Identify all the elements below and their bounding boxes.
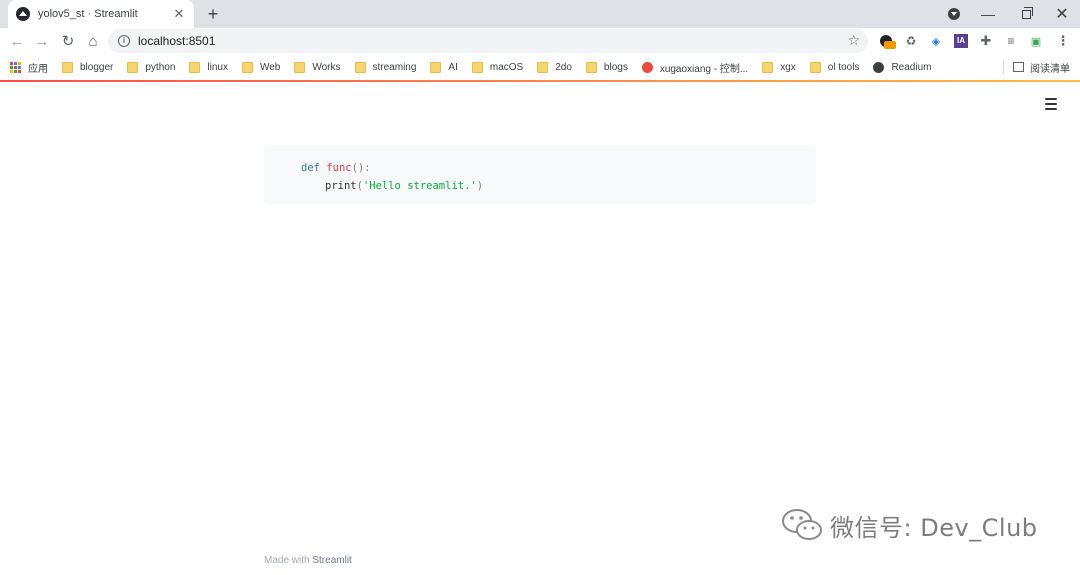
site-info-icon[interactable]: i <box>118 35 130 47</box>
code-punctuation: (): <box>351 162 371 174</box>
browser-toolbar: ← → ↻ ⌂ i localhost:8501 ☆ ♻ ◈ IA ✚ ≡ ▣ … <box>0 28 1080 54</box>
home-button[interactable]: ⌂ <box>82 30 104 52</box>
code-string: 'Hello streamlit.' <box>362 180 477 192</box>
bookmark-folder[interactable]: macOS <box>471 61 524 73</box>
bookmark-label: macOS <box>489 61 524 73</box>
bookmark-folder[interactable]: Works <box>294 61 341 73</box>
bookmark-folder[interactable]: blogger <box>62 61 114 73</box>
bookmark-folder[interactable]: ol tools <box>809 61 860 73</box>
tab-close-icon[interactable]: ✕ <box>172 7 186 21</box>
folder-icon <box>585 61 597 73</box>
cast-extension-icon[interactable]: ▣ <box>1028 33 1044 49</box>
folder-icon <box>62 61 73 73</box>
profile-extension-icon[interactable] <box>878 33 896 49</box>
reading-list-button[interactable]: 阅读清单 <box>1003 56 1070 78</box>
footer-prefix: Made with <box>264 555 310 566</box>
apps-grid-icon <box>10 61 21 73</box>
code-line-1: def func(): <box>301 159 816 177</box>
bookmark-folder[interactable]: 2do <box>537 61 572 73</box>
bookmark-label: streaming <box>372 61 417 73</box>
bookmark-folder[interactable]: xgx <box>762 61 796 73</box>
bookmark-folder[interactable]: linux <box>189 61 228 73</box>
browser-tab-active[interactable]: yolov5_st · Streamlit ✕ <box>8 0 194 28</box>
bookmark-label: xugaoxiang - 控制... <box>659 63 749 75</box>
bookmark-label: python <box>145 61 176 73</box>
forward-button[interactable]: → <box>31 30 53 52</box>
reading-list-label: 阅读清单 <box>1030 63 1070 75</box>
gear-icon <box>641 61 653 73</box>
streamlit-decoration-bar <box>0 80 1080 82</box>
bookmarks-bar: 应用 blogger python linux Web Works stream… <box>0 56 1080 78</box>
restore-window-button[interactable] <box>1014 0 1038 28</box>
folder-icon <box>762 61 774 73</box>
folder-icon <box>127 61 139 73</box>
back-button[interactable]: ← <box>6 30 28 52</box>
bookmark-label: linux <box>207 61 228 73</box>
bookmark-label: xgx <box>780 61 796 73</box>
minimize-window-button[interactable]: — <box>976 0 1000 28</box>
code-function-name: func <box>326 162 352 174</box>
code-punctuation: ) <box>476 180 484 192</box>
tab-title: yolov5_st · Streamlit <box>38 8 138 20</box>
more-menu-icon[interactable]: ⋮ <box>1055 33 1071 49</box>
puzzle-extensions-icon[interactable]: ✚ <box>978 33 994 49</box>
folder-icon <box>354 61 366 73</box>
folder-icon <box>294 61 306 73</box>
wechat-logo-icon <box>780 508 824 542</box>
code-keyword: def <box>301 162 320 174</box>
reading-list-icon <box>1013 62 1024 72</box>
bookmark-label: Readium <box>891 61 932 73</box>
bookmark-label: blogger <box>80 61 114 73</box>
bookmark-folder[interactable]: Web <box>241 61 281 73</box>
globe-icon <box>873 61 885 73</box>
new-tab-button[interactable]: + <box>204 5 222 23</box>
bookmark-link[interactable]: xugaoxiang - 控制... <box>641 60 749 75</box>
recycle-extension-icon[interactable]: ♻ <box>903 33 919 49</box>
code-block: def func(): print('Hello streamlit.') <box>264 145 816 204</box>
url-text[interactable]: localhost:8501 <box>138 34 215 48</box>
close-window-button[interactable]: ✕ <box>1050 0 1074 28</box>
bookmark-label: AI <box>448 61 458 73</box>
playlist-icon[interactable]: ≡ <box>1003 33 1019 49</box>
bookmark-label: 应用 <box>28 63 48 75</box>
streamlit-favicon-icon <box>16 7 30 21</box>
bookmark-label: Works <box>312 61 341 73</box>
address-bar[interactable]: i localhost:8501 ☆ <box>108 29 868 53</box>
code-call: print <box>325 180 357 192</box>
bookmark-label: 2do <box>555 61 572 73</box>
wechat-watermark: 微信号: Dev_Club <box>780 508 1038 542</box>
streamlit-footer-link[interactable]: Streamlit <box>312 555 351 566</box>
made-with-footer: Made with Streamlit <box>264 555 352 566</box>
browser-tab-strip: yolov5_st · Streamlit ✕ + — ✕ <box>0 0 1080 28</box>
bookmark-folder[interactable]: AI <box>430 61 458 73</box>
folder-icon <box>537 61 549 73</box>
bookmark-star-icon[interactable]: ☆ <box>847 33 860 47</box>
folder-icon <box>430 61 442 73</box>
profile-menu-icon[interactable] <box>944 0 964 28</box>
bookmark-label: ol tools <box>827 61 860 73</box>
bookmark-link[interactable]: Readium <box>873 61 932 73</box>
code-line-2: print('Hello streamlit.') <box>301 177 816 195</box>
ia-extension-icon[interactable]: IA <box>953 33 969 49</box>
bookmark-divider <box>1003 60 1004 74</box>
bookmark-apps[interactable]: 应用 <box>10 60 48 75</box>
watermark-text: 微信号: Dev_Club <box>830 513 1038 542</box>
folder-icon <box>241 61 253 73</box>
hamburger-menu-icon[interactable] <box>1043 97 1059 111</box>
bookmark-folder[interactable]: python <box>127 61 176 73</box>
folder-icon <box>471 61 483 73</box>
bookmark-label: blogs <box>603 61 628 73</box>
folder-icon <box>189 61 201 73</box>
stack-extension-icon[interactable]: ◈ <box>928 33 944 49</box>
folder-icon <box>809 61 821 73</box>
reload-button[interactable]: ↻ <box>57 30 79 52</box>
bookmark-folder[interactable]: streaming <box>354 61 417 73</box>
bookmark-label: Web <box>259 61 281 73</box>
bookmark-folder[interactable]: blogs <box>585 61 628 73</box>
